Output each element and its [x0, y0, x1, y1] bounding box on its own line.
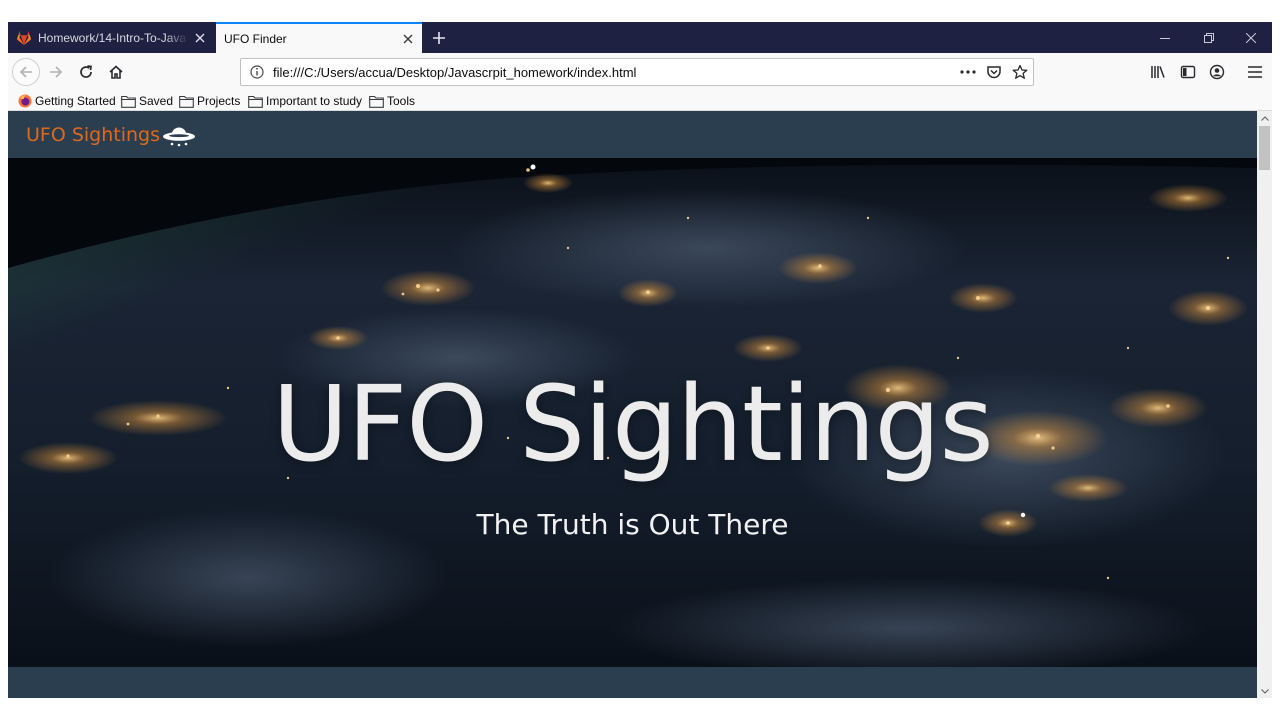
bookmark-label: Tools	[387, 94, 416, 108]
home-icon	[109, 65, 123, 79]
firefox-icon	[18, 94, 32, 108]
bookmark-label: Projects	[197, 94, 241, 108]
sidebar-button[interactable]	[1174, 58, 1202, 86]
account-button[interactable]	[1203, 58, 1231, 86]
menu-button[interactable]	[1241, 58, 1269, 86]
tab-title: Homework/14-Intro-To-JavaScript	[38, 30, 188, 45]
close-window-button[interactable]	[1230, 22, 1272, 53]
scroll-up-arrow-icon[interactable]	[1257, 111, 1272, 125]
scroll-down-arrow-icon[interactable]	[1257, 684, 1272, 698]
bookmarks-toolbar: Getting Started Saved Projects Important…	[8, 91, 1272, 111]
bookmark-star-icon[interactable]	[1007, 59, 1033, 85]
page-bottom-section	[8, 667, 1257, 698]
tab-ufo-finder[interactable]: UFO Finder	[216, 22, 422, 53]
folder-icon	[179, 95, 194, 108]
home-button[interactable]	[102, 58, 130, 86]
gitlab-icon	[17, 30, 31, 45]
page-viewport: UFO Sightings UFO Sightings The Truth is…	[8, 111, 1257, 698]
hero-subtitle: The Truth is Out There	[476, 508, 789, 541]
hamburger-menu-icon	[1248, 66, 1262, 78]
library-button[interactable]	[1144, 58, 1172, 86]
folder-icon	[369, 95, 384, 108]
sidebar-icon	[1180, 65, 1196, 79]
folder-icon	[121, 95, 136, 108]
plus-icon	[433, 32, 445, 44]
pocket-icon[interactable]	[981, 59, 1007, 85]
site-navbar: UFO Sightings	[8, 111, 1257, 158]
bookmark-folder-saved[interactable]: Saved	[121, 92, 173, 110]
close-tab-icon[interactable]	[188, 26, 212, 50]
minimize-icon	[1160, 37, 1170, 39]
bookmark-getting-started[interactable]: Getting Started	[18, 92, 116, 110]
brand-text: UFO Sightings	[26, 124, 161, 146]
bookmark-folder-tools[interactable]: Tools	[369, 92, 415, 110]
tab-strip: Homework/14-Intro-To-JavaScript UFO Find…	[8, 22, 1272, 53]
bookmark-folder-important[interactable]: Important to study	[248, 92, 362, 110]
ufo-icon	[163, 127, 196, 147]
minimize-button[interactable]	[1144, 22, 1186, 53]
bookmark-folder-projects[interactable]: Projects	[179, 92, 240, 110]
hero-jumbotron: UFO Sightings The Truth is Out There	[8, 158, 1257, 667]
tab-homework[interactable]: Homework/14-Intro-To-JavaScript	[8, 22, 214, 53]
bookmark-label: Getting Started	[35, 94, 116, 108]
forward-button[interactable]	[42, 58, 70, 86]
restore-button[interactable]	[1188, 22, 1230, 53]
address-bar[interactable]: file:///C:/Users/accua/Desktop/Javascrpi…	[240, 58, 1034, 86]
info-icon[interactable]	[245, 60, 269, 84]
arrow-right-icon	[50, 66, 63, 78]
close-icon	[1246, 32, 1256, 43]
back-button[interactable]	[12, 58, 40, 86]
hero-title: UFO Sightings	[272, 363, 993, 485]
page-actions-icon[interactable]	[955, 59, 981, 85]
vertical-scrollbar[interactable]	[1257, 111, 1272, 698]
tab-title: UFO Finder	[224, 31, 287, 46]
bookmark-label: Important to study	[266, 94, 363, 108]
url-text[interactable]: file:///C:/Users/accua/Desktop/Javascrpi…	[273, 65, 955, 80]
folder-icon	[248, 95, 263, 108]
new-tab-button[interactable]	[426, 25, 452, 51]
bookmark-label: Saved	[139, 94, 174, 108]
library-icon	[1151, 66, 1165, 78]
navbar-brand-link[interactable]: UFO Sightings	[26, 123, 197, 147]
reload-button[interactable]	[72, 58, 100, 86]
restore-icon	[1204, 32, 1214, 43]
arrow-left-icon	[19, 66, 32, 78]
close-tab-icon[interactable]	[396, 27, 420, 51]
browser-window: Homework/14-Intro-To-JavaScript UFO Find…	[8, 22, 1272, 698]
navigation-toolbar: file:///C:/Users/accua/Desktop/Javascrpi…	[8, 53, 1272, 91]
scroll-thumb[interactable]	[1259, 126, 1270, 170]
reload-icon	[80, 65, 92, 78]
account-icon	[1209, 64, 1225, 80]
